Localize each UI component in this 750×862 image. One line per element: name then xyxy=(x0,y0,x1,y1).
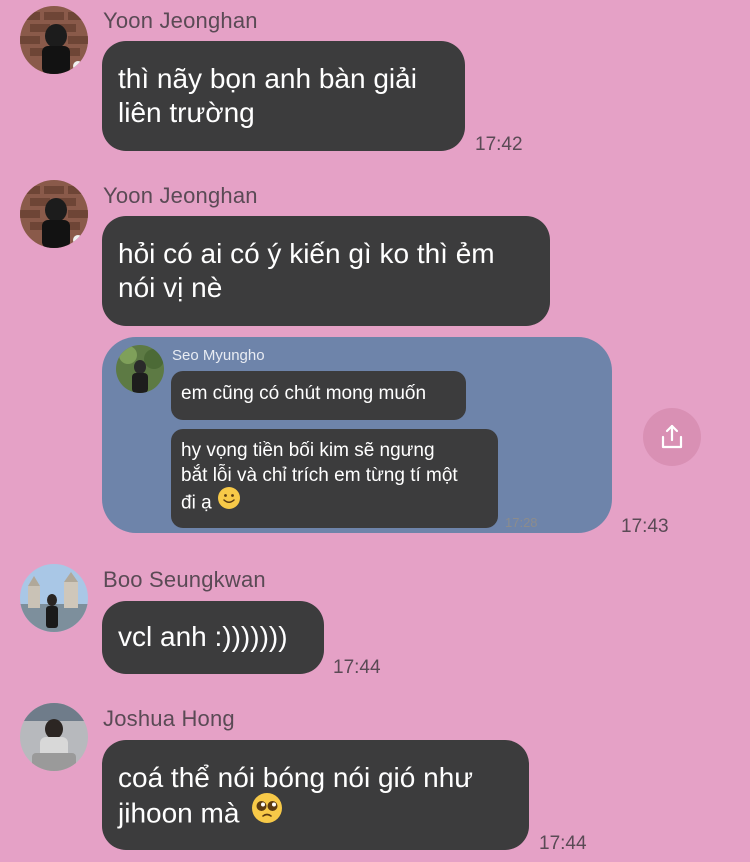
avatar-yoon-jeonghan[interactable] xyxy=(20,6,88,74)
forwarded-line: bắt lỗi và chỉ trích em từng tí một xyxy=(181,465,458,486)
avatar-yoon-jeonghan[interactable] xyxy=(20,180,88,248)
sender-name: Yoon Jeonghan xyxy=(103,8,258,33)
sender-name: Joshua Hong xyxy=(103,706,235,731)
timestamp: 17:44 xyxy=(539,833,587,854)
sender-name: Boo Seungkwan xyxy=(103,567,266,592)
timestamp: 17:44 xyxy=(333,657,381,678)
forwarded-sender-name: Seo Myungho xyxy=(172,347,265,364)
forwarded-bubble: hy vọng tiền bối kim sẽ ngưng bắt lỗi và… xyxy=(171,429,498,528)
slightly-smiling-face-emoji xyxy=(217,486,241,517)
avatar-joshua-hong[interactable] xyxy=(20,703,88,771)
forwarded-line: hy vọng tiền bối kim sẽ ngưng xyxy=(181,440,435,461)
message-line: nói vị nè xyxy=(118,272,223,303)
message-bubble[interactable]: hỏi có ai có ý kiến gì ko thì ẻm nói vị … xyxy=(102,216,550,326)
message-line: hỏi có ai có ý kiến gì ko thì ẻm xyxy=(118,238,495,269)
message-line: jihoon mà xyxy=(118,792,513,835)
forwarded-timestamp: 17:28 xyxy=(505,515,538,530)
forwarded-text: em cũng có chút mong muốn xyxy=(181,383,427,404)
timestamp: 17:43 xyxy=(621,516,669,537)
message-bubble[interactable]: thì nãy bọn anh bàn giải liên trường xyxy=(102,41,465,151)
timestamp: 17:42 xyxy=(475,134,523,155)
message-bubble[interactable]: coá thể nói bóng nói gió như jihoon mà xyxy=(102,740,529,850)
forwarded-bubble: em cũng có chút mong muốn xyxy=(171,371,466,420)
message-line: coá thể nói bóng nói gió như xyxy=(118,762,474,793)
message-line: thì nãy bọn anh bàn giải xyxy=(118,63,417,94)
message-text: vcl anh :))))))) xyxy=(118,621,288,652)
avatar-seo-myungho xyxy=(116,345,164,393)
forwarded-line: đi ạ xyxy=(181,486,488,519)
message-bubble[interactable]: vcl anh :))))))) xyxy=(102,601,324,674)
avatar-boo-seungkwan[interactable] xyxy=(20,564,88,632)
pleading-face-emoji xyxy=(251,792,283,832)
sender-name: Yoon Jeonghan xyxy=(103,183,258,208)
message-line: liên trường xyxy=(118,97,255,128)
forwarded-message-card[interactable]: Seo Myungho em cũng có chút mong muốn hy… xyxy=(102,337,612,533)
share-icon xyxy=(661,424,683,449)
share-button[interactable] xyxy=(643,408,701,466)
